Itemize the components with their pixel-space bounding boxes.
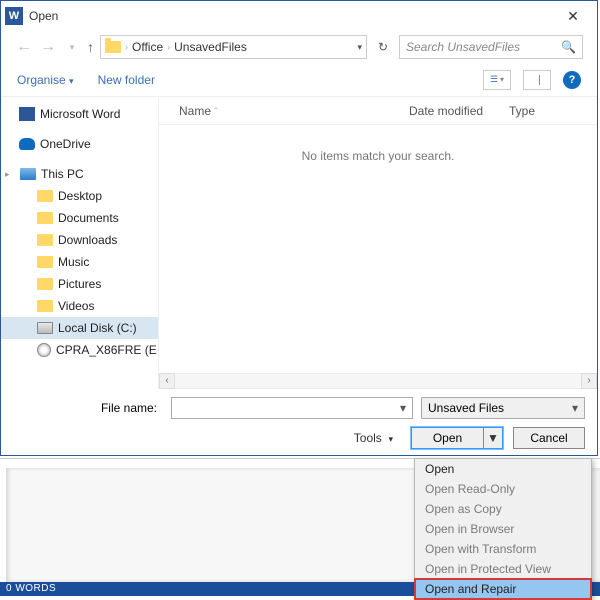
tree-item[interactable]: Local Disk (C:) [1, 317, 158, 339]
tree-item-label: OneDrive [40, 137, 91, 151]
new-folder-button[interactable]: New folder [98, 73, 155, 87]
tree-item[interactable]: Videos [1, 295, 158, 317]
tree-item[interactable]: Documents [1, 207, 158, 229]
dialog-title: Open [29, 9, 553, 23]
nav-recent-icon[interactable]: ▾ [63, 42, 81, 53]
menu-item: Open Read-Only [415, 479, 591, 499]
tree-item-label: Desktop [58, 189, 102, 203]
scroll-right-icon[interactable]: › [581, 373, 597, 389]
breadcrumb[interactable]: UnsavedFiles [174, 40, 247, 54]
chevron-right-icon: › [125, 42, 128, 52]
titlebar: W Open ✕ [1, 1, 597, 31]
view-options-button[interactable]: ☰▾ [483, 70, 511, 90]
tree-item-label: Pictures [58, 277, 101, 291]
file-list[interactable]: Name ˆ Date modified Type No items match… [159, 97, 597, 389]
tree-item[interactable]: Music [1, 251, 158, 273]
col-name[interactable]: Name [179, 104, 211, 118]
chevron-right-icon: › [167, 42, 170, 52]
folder-icon [37, 256, 53, 268]
tree-item[interactable]: Desktop [1, 185, 158, 207]
preview-pane-button[interactable] [523, 70, 551, 90]
tree-item[interactable]: ▸ This PC [1, 163, 158, 185]
tree-item-label: Microsoft Word [40, 107, 120, 121]
sort-arrow-icon: ˆ [214, 107, 217, 118]
scroll-left-icon[interactable]: ‹ [159, 373, 175, 389]
tools-button[interactable]: Tools ▾ [354, 431, 393, 445]
filename-input[interactable] [171, 397, 413, 419]
horizontal-scrollbar[interactable]: ‹ › [159, 373, 597, 389]
col-type[interactable]: Type [509, 104, 569, 118]
tree-item-label: This PC [41, 167, 84, 181]
breadcrumb[interactable]: Office [132, 40, 163, 54]
open-dialog: W Open ✕ ← → ▾ ↑ › Office › UnsavedFiles… [0, 0, 598, 456]
col-date[interactable]: Date modified [409, 104, 509, 118]
help-icon[interactable]: ? [563, 71, 581, 89]
menu-item: Open with Transform [415, 539, 591, 559]
folder-icon [37, 234, 53, 246]
expand-icon[interactable]: ▸ [5, 169, 15, 180]
tree-item[interactable]: OneDrive [1, 133, 158, 155]
organise-button[interactable]: Organise ▾ [17, 73, 74, 87]
tree-item-label: Downloads [58, 233, 117, 247]
close-button[interactable]: ✕ [553, 2, 593, 30]
folder-icon [105, 41, 121, 53]
folder-tree[interactable]: Microsoft Word OneDrive ▸ This PC Desktop Doc… [1, 97, 159, 389]
folder-icon [37, 190, 53, 202]
chevron-down-icon: ▾ [69, 76, 74, 86]
open-dropdown-menu[interactable]: OpenOpen Read-OnlyOpen as CopyOpen in Br… [414, 458, 592, 600]
tree-item-label: Documents [58, 211, 119, 225]
refresh-icon[interactable]: ↻ [373, 40, 393, 54]
onedrive-icon [19, 138, 35, 150]
filename-label: File name: [1, 401, 163, 415]
nav-forward-icon: → [39, 38, 57, 56]
pc-icon [20, 168, 36, 180]
word-icon [19, 107, 35, 121]
search-icon: 🔍 [561, 40, 576, 54]
address-bar[interactable]: › Office › UnsavedFiles ▾ [100, 35, 367, 59]
tree-item[interactable]: Pictures [1, 273, 158, 295]
nav-back-icon[interactable]: ← [15, 38, 33, 56]
open-button[interactable]: Open ▼ [411, 427, 503, 449]
tree-item-label: Videos [58, 299, 94, 313]
tree-item[interactable]: Microsoft Word [1, 103, 158, 125]
search-placeholder: Search UnsavedFiles [406, 40, 561, 54]
open-split-dropdown[interactable]: ▼ [484, 428, 502, 448]
tree-item[interactable]: Downloads [1, 229, 158, 251]
chevron-down-icon: ▾ [388, 434, 393, 444]
nav-up-icon[interactable]: ↑ [87, 39, 94, 55]
tree-item-label: Music [58, 255, 89, 269]
tree-item[interactable]: CPRA_X86FRE (E [1, 339, 158, 361]
tree-item-label: CPRA_X86FRE (E [56, 343, 157, 357]
menu-item: Open as Copy [415, 499, 591, 519]
file-type-filter[interactable]: Unsaved Files [421, 397, 585, 419]
menu-item: Open in Browser [415, 519, 591, 539]
address-dropdown-icon[interactable]: ▾ [357, 42, 362, 53]
word-icon: W [5, 7, 23, 25]
disc-icon [37, 343, 51, 357]
cancel-button[interactable]: Cancel [513, 427, 585, 449]
drive-icon [37, 322, 53, 334]
search-input[interactable]: Search UnsavedFiles 🔍 [399, 35, 583, 59]
tree-item-label: Local Disk (C:) [58, 321, 137, 335]
menu-item[interactable]: Open [415, 459, 591, 479]
list-header[interactable]: Name ˆ Date modified Type [159, 97, 597, 125]
menu-item: Open in Protected View [415, 559, 591, 579]
folder-icon [37, 278, 53, 290]
folder-icon [37, 300, 53, 312]
scroll-track[interactable] [175, 373, 581, 389]
folder-icon [37, 212, 53, 224]
menu-item[interactable]: Open and Repair [415, 579, 591, 599]
empty-message: No items match your search. [159, 149, 597, 163]
